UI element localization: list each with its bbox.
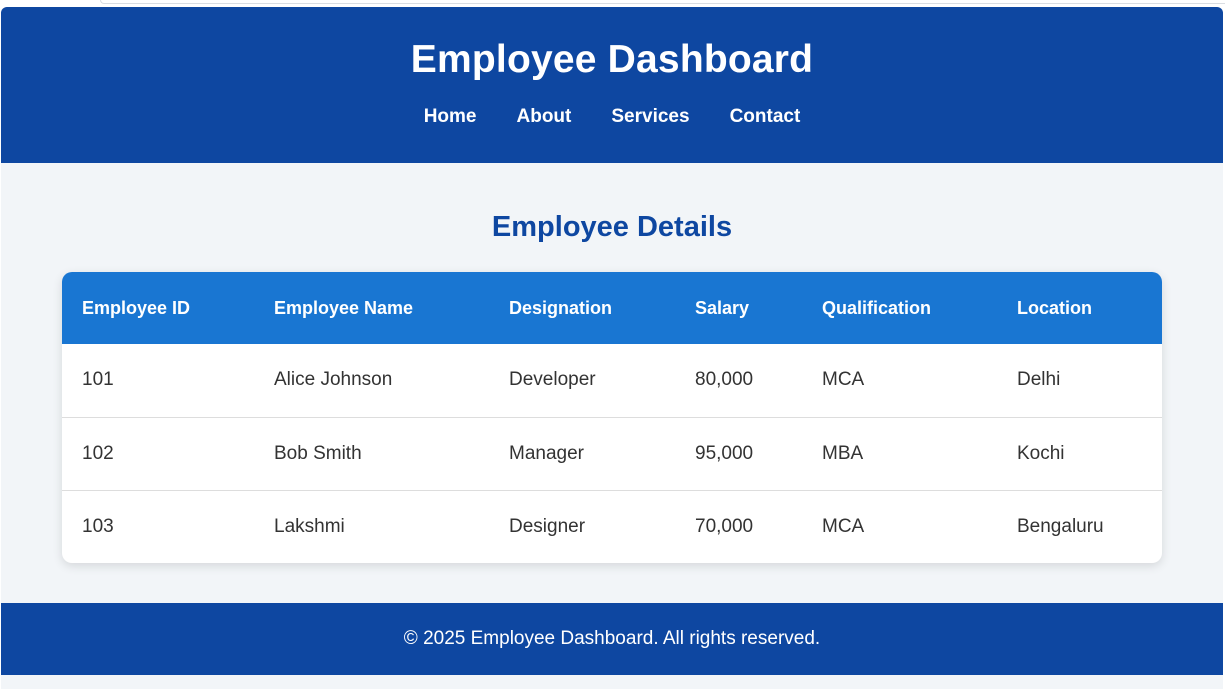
nav-services-link[interactable]: Services — [611, 105, 689, 129]
site-footer: © 2025 Employee Dashboard. All rights re… — [1, 603, 1223, 675]
cell-designation: Designer — [489, 489, 675, 563]
cell-salary: 70,000 — [675, 489, 802, 563]
column-header-employee-name: Employee Name — [254, 272, 489, 344]
cell-location: Bengaluru — [997, 489, 1162, 563]
cell-designation: Developer — [509, 369, 596, 391]
cell-qualification: MBA — [802, 416, 997, 490]
cell-designation: Manager — [489, 416, 675, 490]
browser-address-strip — [100, 0, 1225, 4]
employee-table: Employee ID Employee Name Designation Sa… — [62, 272, 1162, 563]
app-window: Employee Dashboard Home About Services C… — [1, 7, 1223, 689]
main-content: Employee Details Employee ID Employee Na… — [1, 163, 1223, 603]
table-header-row: Employee ID Employee Name Designation Sa… — [62, 272, 1162, 344]
cell-employee-id: 102 — [62, 416, 254, 490]
cell-employee-name: Lakshmi — [254, 489, 489, 563]
column-header-salary: Salary — [675, 272, 802, 344]
footer-copyright: © 2025 Employee Dashboard. All rights re… — [403, 628, 821, 649]
nav-home-link[interactable]: Home — [424, 105, 477, 129]
column-header-designation: Designation — [489, 272, 675, 344]
column-header-qualification: Qualification — [802, 272, 997, 344]
cell-employee-id: 101 — [82, 369, 114, 391]
nav-about-link[interactable]: About — [517, 105, 572, 129]
cell-salary: 80,000 — [695, 369, 754, 391]
section-title: Employee Details — [491, 211, 733, 243]
cell-location: Kochi — [997, 416, 1162, 490]
cell-employee-name: Alice Johnson — [274, 369, 393, 391]
site-header: Employee Dashboard Home About Services C… — [1, 7, 1223, 163]
table-header: Employee ID Employee Name Designation Sa… — [62, 272, 1162, 344]
cell-employee-id: 103 — [62, 489, 254, 563]
column-header-location: Location — [997, 272, 1162, 344]
nav-contact-link[interactable]: Contact — [730, 105, 801, 129]
employee-table-card: Employee ID Employee Name Designation Sa… — [62, 272, 1162, 563]
cell-employee-name: Bob Smith — [254, 416, 489, 490]
table-row: 101 Alice Johnson Developer 80,000 MCA D… — [62, 344, 1162, 417]
main-nav: Home About Services Contact — [1, 105, 1223, 129]
cell-location: Delhi — [1017, 369, 1061, 391]
cell-salary: 95,000 — [675, 416, 802, 490]
cell-qualification: MCA — [802, 489, 997, 563]
page: Employee Dashboard Home About Services C… — [0, 0, 1225, 689]
table-row: 102 Bob Smith Manager 95,000 MBA Kochi — [62, 416, 1162, 490]
cell-qualification: MCA — [822, 369, 865, 391]
table-row: 103 Lakshmi Designer 70,000 MCA Bengalur… — [62, 489, 1162, 563]
table-body: 101 Alice Johnson Developer 80,000 MCA D… — [62, 344, 1162, 563]
bottom-spacer — [1, 675, 1223, 689]
column-header-employee-id: Employee ID — [62, 272, 254, 344]
site-title: Employee Dashboard — [410, 38, 814, 81]
